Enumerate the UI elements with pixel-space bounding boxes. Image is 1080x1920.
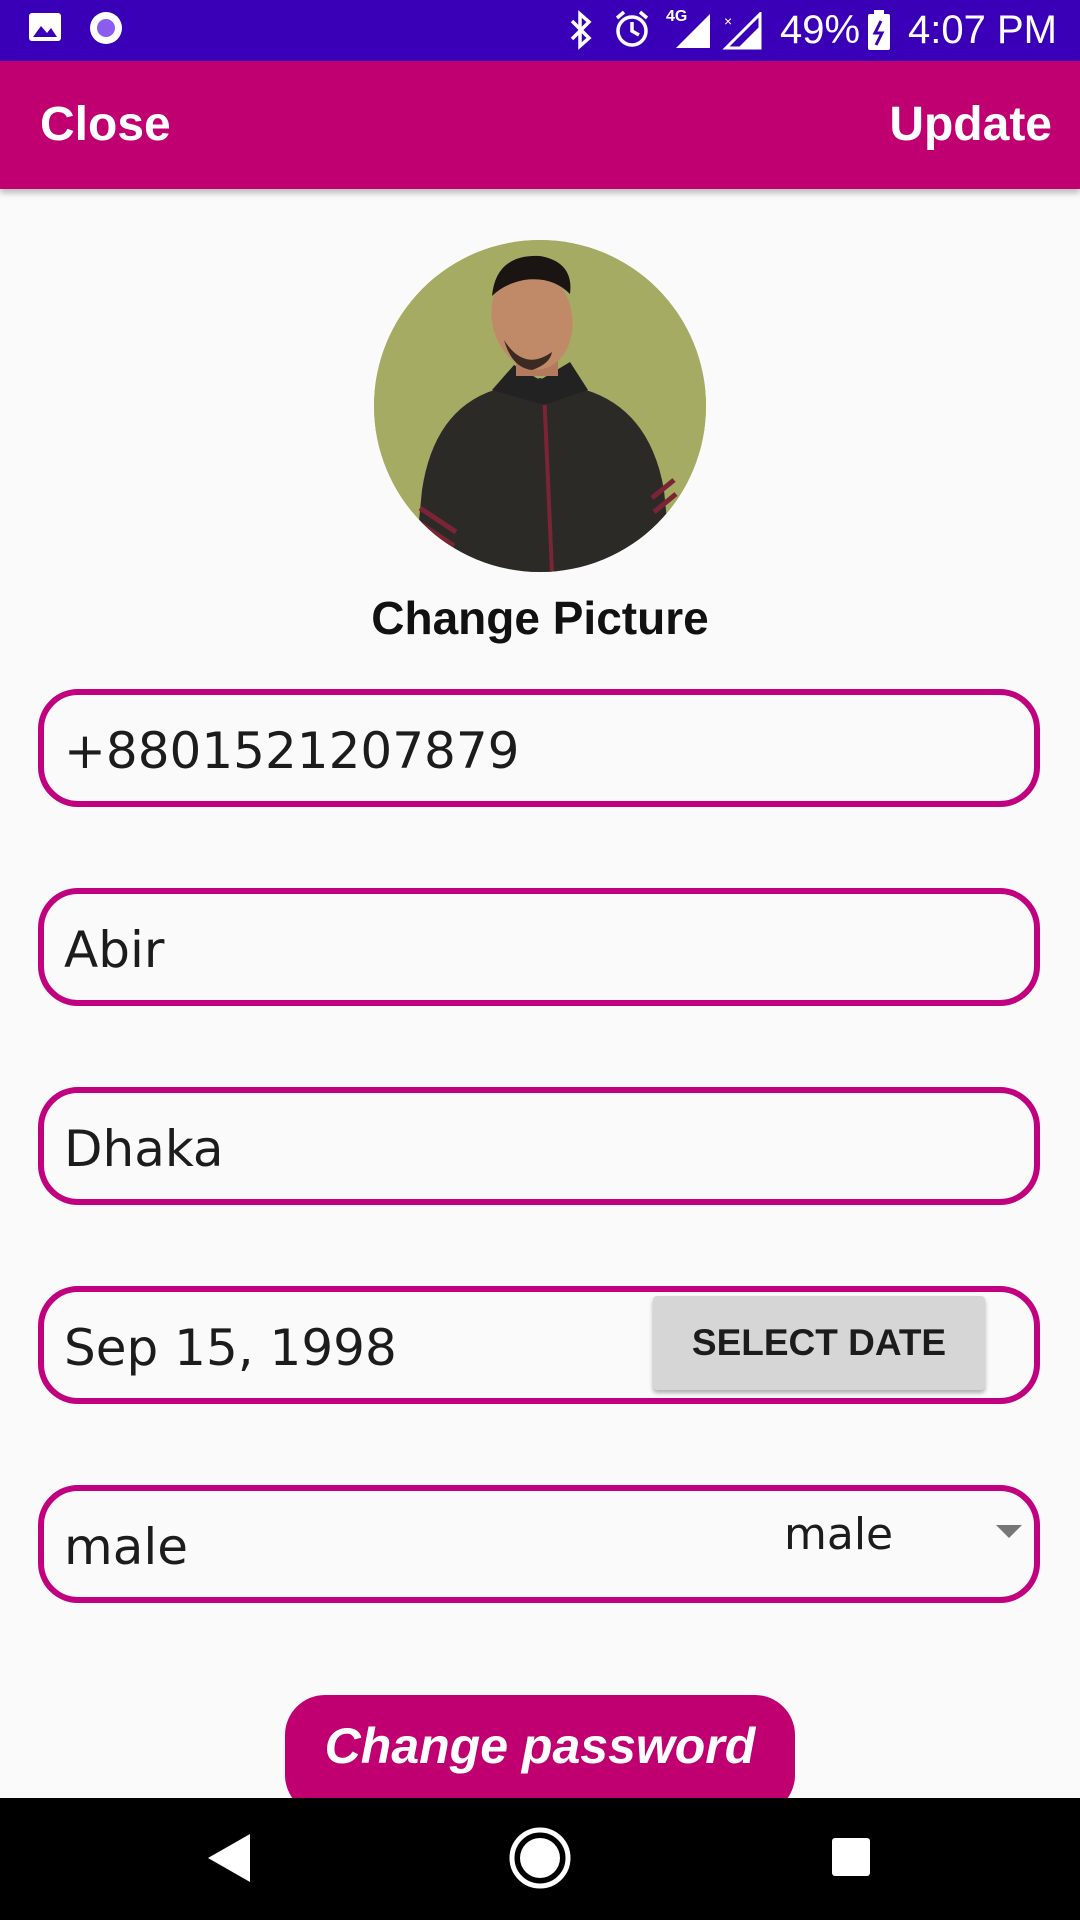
clock: 4:07 PM xyxy=(908,8,1057,52)
navigation-bar xyxy=(0,1798,1080,1920)
edit-profile-screen: 4G × 49% 4:07 PM Close Update Change Pic… xyxy=(0,0,1080,1920)
battery-percentage: 49% xyxy=(780,8,861,52)
gender-selected-value: male xyxy=(784,1509,894,1560)
profile-avatar[interactable] xyxy=(374,240,706,572)
name-value: Abir xyxy=(64,921,165,979)
gender-field: male male xyxy=(38,1485,1040,1603)
phone-field[interactable]: +8801521207879 xyxy=(38,689,1040,807)
record-icon xyxy=(90,12,122,44)
phone-value: +8801521207879 xyxy=(64,722,520,780)
city-field[interactable]: Dhaka xyxy=(38,1087,1040,1205)
city-value: Dhaka xyxy=(64,1120,224,1178)
gender-dropdown[interactable]: male xyxy=(784,1501,1029,1571)
bluetooth-icon xyxy=(570,10,592,50)
gender-value: male xyxy=(64,1518,188,1576)
dob-value: Sep 15, 1998 xyxy=(64,1319,397,1377)
app-bar: Close Update xyxy=(0,61,1080,189)
dob-field: Sep 15, 1998 SELECT DATE xyxy=(38,1286,1040,1404)
recents-icon[interactable] xyxy=(830,1836,872,1878)
battery-icon xyxy=(868,10,890,50)
change-password-button[interactable]: Change password xyxy=(285,1695,795,1815)
select-date-button[interactable]: SELECT DATE xyxy=(653,1296,985,1390)
back-icon[interactable] xyxy=(206,1832,252,1884)
status-bar: 4G × 49% 4:07 PM xyxy=(0,0,1080,61)
alarm-icon xyxy=(615,10,649,47)
profile-photo xyxy=(374,240,706,572)
svg-text:×: × xyxy=(724,13,732,29)
signal-x-icon: × xyxy=(722,12,762,50)
change-picture-link[interactable]: Change Picture xyxy=(0,588,1080,648)
home-icon[interactable] xyxy=(508,1826,572,1890)
signal-4g-icon xyxy=(676,14,710,48)
update-button[interactable]: Update xyxy=(889,95,1052,155)
name-field[interactable]: Abir xyxy=(38,888,1040,1006)
close-button[interactable]: Close xyxy=(40,95,171,155)
image-icon xyxy=(29,13,61,41)
dropdown-arrow-icon xyxy=(996,1525,1022,1538)
